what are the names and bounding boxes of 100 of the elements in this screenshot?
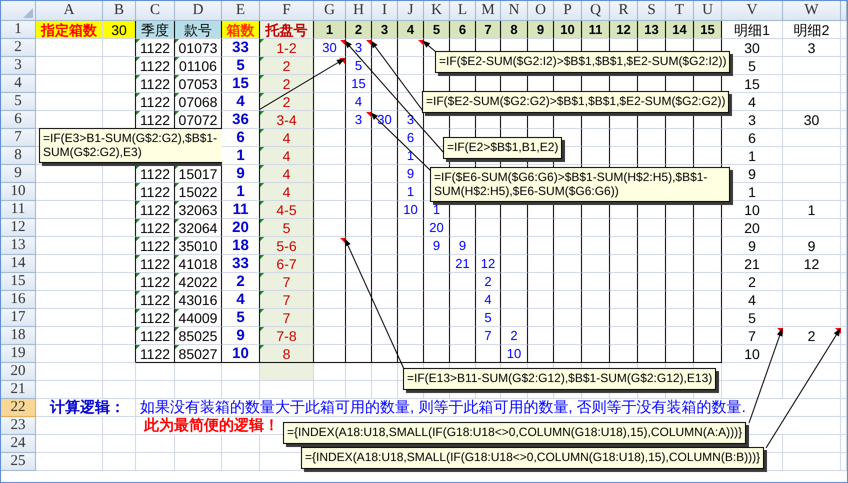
- empty-cell: [372, 237, 398, 255]
- empty-cell: [501, 309, 528, 327]
- select-all-corner[interactable]: [1, 1, 36, 21]
- row-header[interactable]: 10: [1, 183, 36, 201]
- empty-cell: [528, 219, 554, 237]
- empty-cell: [346, 129, 372, 147]
- row-header[interactable]: 16: [1, 291, 36, 309]
- column-header[interactable]: T: [666, 1, 694, 21]
- row-header[interactable]: 5: [1, 93, 36, 111]
- table-cell: 4: [222, 291, 260, 309]
- column-header[interactable]: N: [501, 1, 528, 21]
- table-cell: 33: [222, 255, 260, 273]
- row-header[interactable]: 22: [1, 399, 36, 417]
- comment-box: ={INDEX(A18:U18,SMALL(IF(G18:U18<>0,COLUMN(G18:U18),15),COLUMN(B:B)))}: [301, 447, 764, 469]
- row-header[interactable]: 12: [1, 219, 36, 237]
- table-cell: 1122: [136, 327, 175, 345]
- column-header[interactable]: J: [398, 1, 424, 21]
- table-cell: 5-6: [260, 237, 314, 255]
- row-header[interactable]: 14: [1, 255, 36, 273]
- empty-cell: [398, 309, 424, 327]
- empty-cell: [783, 435, 841, 453]
- row-header[interactable]: 6: [1, 111, 36, 129]
- table-cell: 01073: [175, 39, 222, 57]
- table-cell: 4: [722, 291, 783, 309]
- row-header[interactable]: 4: [1, 75, 36, 93]
- table-cell: 32064: [175, 219, 222, 237]
- table-cell: 9: [722, 237, 783, 255]
- column-header[interactable]: M: [476, 1, 501, 21]
- row-header[interactable]: 3: [1, 57, 36, 75]
- column-header[interactable]: C: [136, 1, 175, 21]
- row-header[interactable]: 2: [1, 39, 36, 57]
- table-cell: 20: [722, 219, 783, 237]
- row-header[interactable]: 11: [1, 201, 36, 219]
- row-header[interactable]: 19: [1, 345, 36, 363]
- table-cell: 5: [222, 57, 260, 75]
- row-header[interactable]: 13: [1, 237, 36, 255]
- table-cell: 85027: [175, 345, 222, 363]
- row-header[interactable]: 1: [1, 21, 36, 39]
- row-header[interactable]: 17: [1, 309, 36, 327]
- table-cell: 7: [476, 21, 501, 39]
- column-header[interactable]: Q: [582, 1, 610, 21]
- column-header[interactable]: I: [372, 1, 398, 21]
- column-header[interactable]: E: [222, 1, 260, 21]
- row-header[interactable]: 23: [1, 417, 36, 435]
- table-cell: 7: [260, 291, 314, 309]
- table-cell: 1: [314, 21, 346, 39]
- column-header[interactable]: V: [722, 1, 783, 21]
- empty-cell: [582, 255, 610, 273]
- table-cell: 3: [783, 39, 841, 57]
- empty-cell: [610, 219, 638, 237]
- table-cell: 11: [582, 21, 610, 39]
- column-header[interactable]: A: [36, 1, 103, 21]
- row-header[interactable]: 9: [1, 165, 36, 183]
- column-header[interactable]: W: [783, 1, 841, 21]
- table-cell: 1122: [136, 75, 175, 93]
- empty-cell: [424, 273, 450, 291]
- empty-cell: [694, 255, 722, 273]
- table-cell: 30: [103, 21, 136, 39]
- column-header[interactable]: B: [103, 1, 136, 21]
- row-header[interactable]: 21: [1, 381, 36, 399]
- column-header[interactable]: D: [175, 1, 222, 21]
- row-header[interactable]: 7: [1, 129, 36, 147]
- table-cell: 10: [222, 345, 260, 363]
- table-cell: 2: [260, 75, 314, 93]
- table-cell: 9: [450, 237, 476, 255]
- empty-cell: [666, 327, 694, 345]
- empty-cell: [694, 219, 722, 237]
- empty-cell: [450, 309, 476, 327]
- empty-cell: [666, 255, 694, 273]
- column-header[interactable]: K: [424, 1, 450, 21]
- empty-cell: [501, 291, 528, 309]
- column-header[interactable]: [841, 1, 847, 21]
- table-cell: 33: [222, 39, 260, 57]
- table-cell: 9: [424, 237, 450, 255]
- table-cell: 5: [476, 309, 501, 327]
- column-header[interactable]: P: [554, 1, 582, 21]
- row-header[interactable]: 24: [1, 435, 36, 453]
- column-header[interactable]: O: [528, 1, 554, 21]
- column-header[interactable]: G: [314, 1, 346, 21]
- column-header[interactable]: S: [638, 1, 666, 21]
- table-cell: 1122: [136, 183, 175, 201]
- column-header[interactable]: H: [346, 1, 372, 21]
- column-header[interactable]: U: [694, 1, 722, 21]
- row-header[interactable]: 15: [1, 273, 36, 291]
- column-header[interactable]: L: [450, 1, 476, 21]
- row-header[interactable]: 25: [1, 453, 36, 471]
- empty-cell: [610, 237, 638, 255]
- empty-cell: [554, 219, 582, 237]
- column-header[interactable]: R: [610, 1, 638, 21]
- comment-box: =IF(E2>$B$1,B1,E2): [443, 137, 562, 159]
- empty-cell: [610, 327, 638, 345]
- column-header[interactable]: F: [260, 1, 314, 21]
- row-header[interactable]: 20: [1, 363, 36, 381]
- row-header[interactable]: 8: [1, 147, 36, 165]
- empty-cell: [372, 363, 398, 381]
- empty-cell: [136, 363, 175, 381]
- empty-cell: [103, 363, 136, 381]
- table-cell: 1122: [136, 273, 175, 291]
- row-header[interactable]: 18: [1, 327, 36, 345]
- empty-cell: [424, 327, 450, 345]
